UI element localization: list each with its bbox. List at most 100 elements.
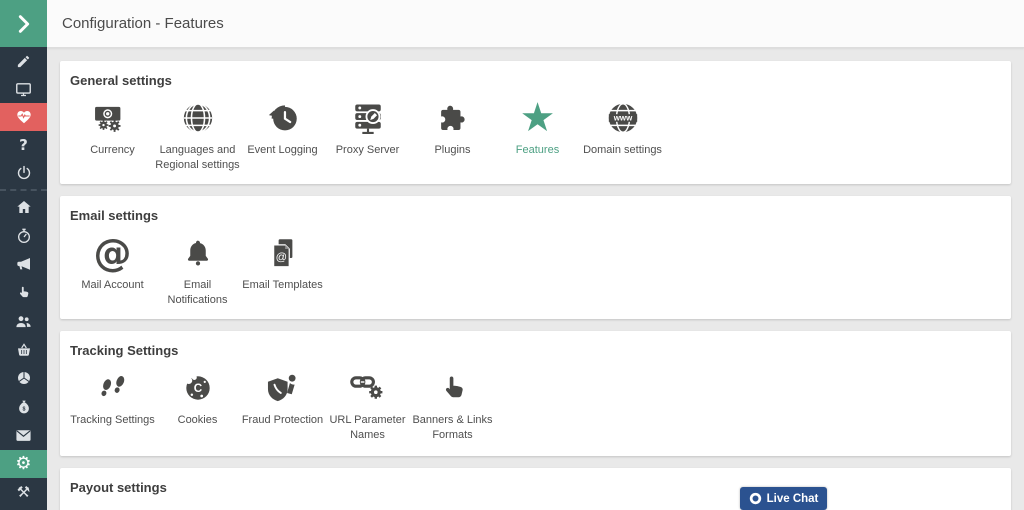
page-title: Configuration - Features <box>47 15 224 32</box>
svg-text:@: @ <box>275 251 286 263</box>
money-bag-icon: $ <box>16 399 32 415</box>
sidebar-bottom-group: $ ⚙ ⚒ <box>0 193 47 507</box>
sidebar-item-payouts[interactable]: $ <box>0 393 47 422</box>
sidebar-toggle-button[interactable] <box>0 0 47 47</box>
settings-item-banners-links-formats[interactable]: Banners & Links Formats <box>410 368 495 443</box>
sidebar: ? $ ⚙ ⚒ <box>0 0 47 510</box>
sidebar-top-group: ? <box>0 47 47 187</box>
users-icon <box>15 313 32 330</box>
sidebar-item-monitor[interactable] <box>0 75 47 103</box>
sidebar-item-reports[interactable] <box>0 364 47 393</box>
at-sign-icon: @ <box>94 233 132 273</box>
history-clock-icon <box>266 98 300 138</box>
settings-item-label: Fraud Protection <box>242 413 323 428</box>
star-icon: ★ <box>520 98 556 138</box>
settings-item-email-notifications[interactable]: Email Notifications <box>155 233 240 308</box>
pencil-icon <box>16 54 31 69</box>
settings-item-label: Banners & Links Formats <box>410 413 495 443</box>
settings-item-label: Currency <box>90 143 135 158</box>
heartbeat-icon <box>16 109 32 125</box>
settings-item-tracking-settings[interactable]: Tracking Settings <box>70 368 155 428</box>
footprints-icon <box>96 368 130 408</box>
section-card-payout-settings: Payout settings <box>60 468 1011 510</box>
section-title: General settings <box>70 73 1003 88</box>
server-icon <box>351 98 385 138</box>
settings-item-label: URL Parameter Names <box>325 413 410 443</box>
monitor-icon <box>15 81 32 98</box>
email-template-icon: @ <box>268 233 298 273</box>
svg-text:C: C <box>193 382 202 395</box>
settings-item-label: Proxy Server <box>336 143 400 158</box>
section-title: Tracking Settings <box>70 343 1003 358</box>
section-card-email-settings: Email settings@Mail AccountEmail Notific… <box>60 196 1011 319</box>
gear-icon: ⚙ <box>15 455 31 473</box>
megaphone-icon <box>16 256 32 272</box>
envelope-icon <box>15 427 32 444</box>
power-icon <box>16 165 32 181</box>
sidebar-item-power[interactable] <box>0 159 47 187</box>
www-globe-icon: www <box>606 98 640 138</box>
currency-icon <box>94 98 132 138</box>
sidebar-item-health[interactable] <box>0 103 47 131</box>
sidebar-item-campaigns[interactable] <box>0 250 47 279</box>
shield-icon <box>266 368 300 408</box>
main-content: General settings Currency Languages and Re… <box>47 48 1024 510</box>
settings-items-row: Tracking Settings C Cookies Fraud Protectio… <box>70 368 1003 443</box>
svg-text:www: www <box>612 114 632 123</box>
sidebar-item-tools[interactable]: ⚒ <box>0 478 47 507</box>
settings-item-label: Features <box>516 143 559 158</box>
stopwatch-icon <box>16 228 32 244</box>
settings-item-label: Domain settings <box>583 143 662 158</box>
settings-item-mail-account[interactable]: @ Mail Account <box>70 233 155 293</box>
home-icon <box>16 199 32 215</box>
hand-click-icon <box>438 368 468 408</box>
question-icon: ? <box>19 138 28 153</box>
cookie-icon: C <box>182 368 214 408</box>
settings-item-label: Tracking Settings <box>70 413 155 428</box>
settings-item-label: Cookies <box>178 413 218 428</box>
settings-item-label: Mail Account <box>81 278 143 293</box>
chevron-right-icon <box>13 13 35 35</box>
settings-item-label: Plugins <box>434 143 470 158</box>
svg-text:$: $ <box>22 406 25 412</box>
settings-item-event-logging[interactable]: Event Logging <box>240 98 325 158</box>
pie-chart-icon <box>16 370 32 386</box>
section-title: Payout settings <box>70 480 1003 495</box>
settings-item-languages-and-regional-settings[interactable]: Languages and Regional settings <box>155 98 240 173</box>
settings-item-cookies[interactable]: C Cookies <box>155 368 240 428</box>
settings-item-email-templates[interactable]: @ Email Templates <box>240 233 325 293</box>
sidebar-item-users[interactable] <box>0 307 47 336</box>
settings-item-domain-settings[interactable]: www Domain settings <box>580 98 665 158</box>
tools-icon: ⚒ <box>17 485 30 500</box>
sidebar-item-help[interactable]: ? <box>0 131 47 159</box>
live-chat-button[interactable]: Live Chat <box>740 487 827 510</box>
settings-items-row: Currency Languages and Regional settings E… <box>70 98 1003 173</box>
settings-item-label: Email Notifications <box>155 278 240 308</box>
header: Configuration - Features <box>47 0 1024 48</box>
sidebar-item-timer[interactable] <box>0 222 47 251</box>
settings-item-label: Languages and Regional settings <box>155 143 240 173</box>
settings-items-row: @ Mail Account Email Notifications @ Email T… <box>70 233 1003 308</box>
settings-item-currency[interactable]: Currency <box>70 98 155 158</box>
sidebar-item-edit[interactable] <box>0 47 47 75</box>
settings-item-label: Email Templates <box>242 278 323 293</box>
sidebar-item-mail[interactable] <box>0 421 47 450</box>
sidebar-item-orders[interactable] <box>0 336 47 365</box>
sidebar-item-configuration[interactable]: ⚙ <box>0 450 47 479</box>
settings-item-url-parameter-names[interactable]: URL Parameter Names <box>325 368 410 443</box>
pointer-icon <box>16 285 31 300</box>
settings-item-proxy-server[interactable]: Proxy Server <box>325 98 410 158</box>
sidebar-item-clicks[interactable] <box>0 279 47 308</box>
live-chat-label: Live Chat <box>767 493 819 505</box>
settings-item-label: Event Logging <box>247 143 317 158</box>
settings-item-fraud-protection[interactable]: Fraud Protection <box>240 368 325 428</box>
section-card-general-settings: General settings Currency Languages and Re… <box>60 61 1011 184</box>
puzzle-icon <box>437 98 469 138</box>
settings-item-features[interactable]: ★ Features <box>495 98 580 158</box>
sidebar-item-home[interactable] <box>0 193 47 222</box>
bell-icon <box>183 233 213 273</box>
livechat-ring-icon <box>749 492 762 505</box>
settings-item-plugins[interactable]: Plugins <box>410 98 495 158</box>
sidebar-divider <box>0 189 47 191</box>
section-card-tracking-settings: Tracking Settings Tracking Settings C Cooki… <box>60 331 1011 456</box>
